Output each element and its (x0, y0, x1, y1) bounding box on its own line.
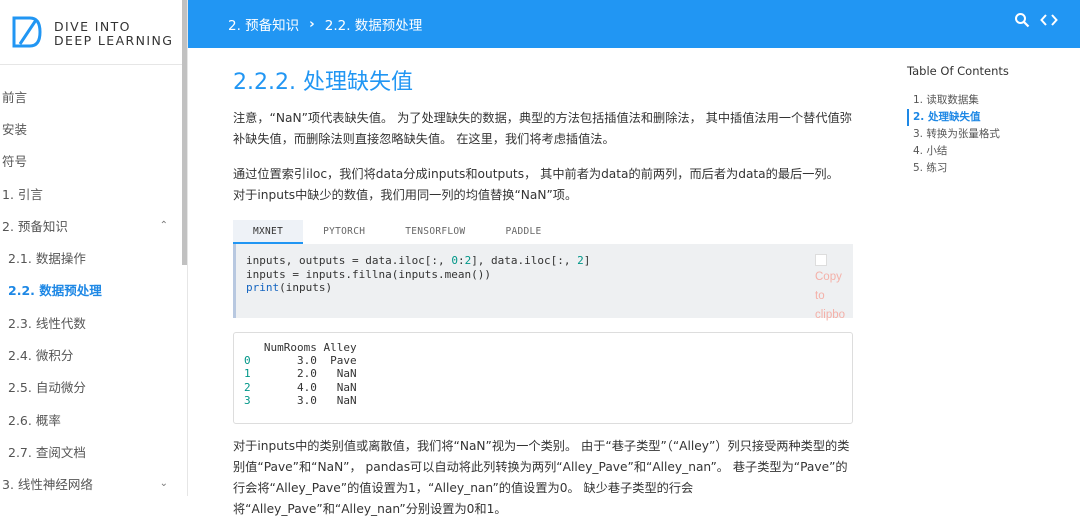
main-content: 2.2.2. 处理缺失值 注意，“NaN”项代表缺失值。 为了处理缺失的数据，典… (233, 64, 853, 520)
sidebar-item-introduction[interactable]: 1. 引言 (0, 177, 182, 209)
sidebar-item-preface[interactable]: 前言 (0, 80, 182, 112)
paragraph-intro: 注意，“NaN”项代表缺失值。 为了处理缺失的数据，典型的方法包括插值法和删除法… (233, 111, 852, 146)
tab-pytorch[interactable]: PYTORCH (303, 220, 385, 244)
output-row-values: 2.0 NaN (250, 367, 357, 381)
sidebar-item-preliminaries[interactable]: 2. 预备知识 ⌃ (0, 209, 182, 241)
output-block: NumRooms Alley 0 3.0 Pave 1 2.0 NaN 2 4.… (233, 332, 853, 424)
sidebar-item-label: 2.3. 线性代数 (8, 315, 86, 331)
sidebar-item-ndarray[interactable]: 2.1. 数据操作 (0, 241, 182, 273)
sidebar-item-label: 2.5. 自动微分 (8, 380, 86, 396)
framework-tabs: MXNET PYTORCH TENSORFLOW PADDLE (233, 220, 853, 244)
sidebar-item-label: 1. 引言 (2, 186, 43, 202)
chevron-down-icon[interactable]: ⌄ (160, 478, 168, 489)
chevron-up-icon[interactable]: ⌃ (160, 220, 168, 231)
table-of-contents: Table Of Contents 1. 读取数据集 2. 处理缺失值 3. 转… (907, 64, 1077, 177)
sidebar-item-linear-networks[interactable]: 3. 线性神经网络 ⌄ (0, 468, 182, 500)
output-row-index: 1 (244, 367, 251, 381)
copy-button[interactable]: Copy to clipbo (815, 254, 849, 325)
logo-line-1: DIVE INTO (54, 19, 131, 34)
header-icons (1014, 12, 1058, 28)
breadcrumb: 2. 预备知识 › 2.2. 数据预处理 (228, 14, 422, 34)
sidebar-item-install[interactable]: 安装 (0, 112, 182, 144)
sidebar-divider (0, 64, 188, 65)
breadcrumb-separator: › (309, 16, 315, 32)
site-logo[interactable]: DIVE INTO DEEP LEARNING (10, 14, 188, 58)
search-icon[interactable] (1014, 12, 1030, 28)
output-row-values: 3.0 Pave (250, 354, 357, 368)
logo-text: DIVE INTO DEEP LEARNING (54, 20, 173, 48)
toc-item-summary[interactable]: 4. 小结 (907, 143, 1077, 160)
sidebar-item-probability[interactable]: 2.6. 概率 (0, 403, 182, 435)
sidebar-item-label: 2.7. 查阅文档 (8, 444, 86, 460)
copy-label: Copy to clipbo (815, 271, 846, 321)
sidebar-item-label: 2. 预备知识 (2, 218, 68, 234)
code-block[interactable]: inputs, outputs = data.iloc[:, 0:2], dat… (233, 244, 853, 321)
output-row-index: 3 (244, 393, 251, 407)
sidebar-nav: 前言 安装 符号 1. 引言 2. 预备知识 ⌃ 2.1. 数据操作 2.2. 数… (0, 80, 182, 500)
output-row-index: 2 (244, 380, 251, 394)
paragraph-categorical: 对于inputs中的类别值或离散值，我们将“NaN”视为一个类别。 由于“巷子类… (233, 439, 850, 516)
code-line-3: print(inputs) (246, 281, 333, 294)
code-line-1: inputs, outputs = data.iloc[:, 0:2], dat… (246, 254, 591, 267)
copy-icon (815, 254, 827, 266)
toc-item-read-dataset[interactable]: 1. 读取数据集 (907, 92, 1077, 109)
sidebar-item-label: 2.4. 微积分 (8, 348, 74, 364)
sidebar-item-label: 2.1. 数据操作 (8, 251, 86, 267)
sidebar-item-notation[interactable]: 符号 (0, 145, 182, 177)
sidebar-item-lookup-api[interactable]: 2.7. 查阅文档 (0, 435, 182, 467)
breadcrumb-preliminaries[interactable]: 2. 预备知识 (228, 14, 299, 34)
top-header: 2. 预备知识 › 2.2. 数据预处理 (188, 0, 1080, 48)
sidebar-item-pandas[interactable]: 2.2. 数据预处理 (0, 274, 182, 306)
toc-item-missing-values[interactable]: 2. 处理缺失值 (907, 109, 1077, 126)
sidebar-item-autograd[interactable]: 2.5. 自动微分 (0, 371, 182, 403)
sidebar: DIVE INTO DEEP LEARNING 前言 安装 符号 1. 引言 2… (0, 0, 188, 496)
tab-mxnet[interactable]: MXNET (233, 220, 304, 244)
sidebar-scrollbar[interactable] (182, 0, 187, 265)
sidebar-item-label: 3. 线性神经网络 (2, 477, 93, 493)
sidebar-item-calculus[interactable]: 2.4. 微积分 (0, 338, 182, 370)
toc-title: Table Of Contents (907, 64, 1009, 78)
sidebar-item-label: 符号 (2, 154, 28, 170)
sidebar-item-label: 2.2. 数据预处理 (8, 283, 102, 299)
toc-item-exercises[interactable]: 5. 练习 (907, 160, 1077, 177)
tab-paddle[interactable]: PADDLE (485, 220, 561, 244)
code-icon[interactable] (1040, 12, 1058, 28)
toc-item-tensor-format[interactable]: 3. 转换为张量格式 (907, 126, 1077, 143)
breadcrumb-pandas[interactable]: 2.2. 数据预处理 (325, 14, 423, 34)
output-row-values: 4.0 NaN (250, 380, 357, 394)
book-logo-icon (12, 16, 42, 48)
logo-line-2: DEEP LEARNING (54, 33, 174, 48)
paragraph-iloc: 通过位置索引iloc，我们将data分成inputs和outputs， 其中前者… (233, 167, 839, 202)
sidebar-item-label: 2.6. 概率 (8, 412, 61, 428)
section-title: 2.2.2. 处理缺失值 (233, 70, 413, 95)
sidebar-item-linear-algebra[interactable]: 2.3. 线性代数 (0, 306, 182, 338)
output-header: NumRooms Alley (244, 341, 357, 354)
output-row-index: 0 (244, 354, 251, 368)
sidebar-item-label: 前言 (2, 89, 28, 105)
tab-tensorflow[interactable]: TENSORFLOW (385, 220, 485, 244)
sidebar-item-label: 安装 (2, 121, 28, 137)
code-line-2: inputs = inputs.fillna(inputs.mean()) (246, 267, 492, 281)
output-row-values: 3.0 NaN (250, 393, 357, 407)
